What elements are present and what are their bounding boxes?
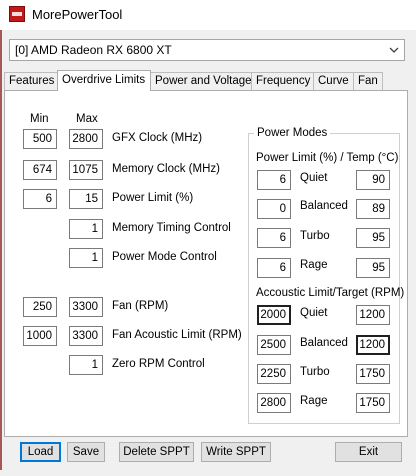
power-limit-label: Power Limit (%) <box>112 192 194 204</box>
turbo-acoustic-limit-input[interactable]: 2250 <box>257 364 291 384</box>
load-button[interactable]: Load <box>20 442 61 462</box>
balanced-power-input[interactable]: 0 <box>257 199 291 219</box>
tab-curve[interactable]: Curve <box>313 72 354 90</box>
fan-max-input[interactable]: 3300 <box>69 297 103 317</box>
min-column-header: Min <box>30 113 49 125</box>
exit-button[interactable]: Exit <box>335 442 402 462</box>
quiet-power-label: Quiet <box>300 172 328 184</box>
power-limit-min-input[interactable]: 6 <box>23 189 57 209</box>
rage-power-label: Rage <box>300 259 328 271</box>
power-modes-group-title: Power Modes <box>254 127 331 139</box>
turbo-acoustic-label: Turbo <box>300 366 330 378</box>
tab-fan[interactable]: Fan <box>353 72 383 90</box>
overdrive-limits-panel: Min Max 500 2800 GFX Clock (MHz) 674 107… <box>4 90 408 437</box>
memory-clock-max-input[interactable]: 1075 <box>69 160 103 180</box>
acoustic-header: Accoustic Limit/Target (RPM) <box>256 287 405 299</box>
title-bar: MorePowerTool <box>0 0 416 30</box>
balanced-acoustic-limit-input[interactable]: 2500 <box>257 335 291 355</box>
quiet-acoustic-target-input[interactable]: 1200 <box>356 305 390 325</box>
write-sppt-button[interactable]: Write SPPT <box>201 442 271 462</box>
window-edge <box>0 30 2 470</box>
quiet-acoustic-label: Quiet <box>300 307 328 319</box>
power-mode-control-input[interactable]: 1 <box>69 248 103 268</box>
turbo-temp-input[interactable]: 95 <box>356 228 390 248</box>
delete-sppt-button[interactable]: Delete SPPT <box>119 442 194 462</box>
turbo-acoustic-target-input[interactable]: 1750 <box>356 364 390 384</box>
gfx-clock-max-input[interactable]: 2800 <box>69 129 103 149</box>
quiet-power-input[interactable]: 6 <box>257 170 291 190</box>
fan-label: Fan (RPM) <box>112 300 169 312</box>
gpu-select-value: [0] AMD Radeon RX 6800 XT <box>15 43 172 57</box>
fan-acoustic-max-input[interactable]: 3300 <box>69 326 103 346</box>
rage-acoustic-limit-input[interactable]: 2800 <box>257 393 291 413</box>
fan-acoustic-min-input[interactable]: 1000 <box>23 326 57 346</box>
zero-rpm-control-input[interactable]: 1 <box>69 355 103 375</box>
fan-min-input[interactable]: 250 <box>23 297 57 317</box>
fan-acoustic-limit-label: Fan Acoustic Limit (RPM) <box>112 329 242 341</box>
power-limit-max-input[interactable]: 15 <box>69 189 103 209</box>
gfx-clock-min-input[interactable]: 500 <box>23 129 57 149</box>
rage-temp-input[interactable]: 95 <box>356 258 390 278</box>
balanced-power-label: Balanced <box>300 200 348 212</box>
save-button[interactable]: Save <box>67 442 105 462</box>
memory-clock-label: Memory Clock (MHz) <box>112 163 220 175</box>
turbo-power-label: Turbo <box>300 230 330 242</box>
max-column-header: Max <box>76 113 98 125</box>
tab-frequency[interactable]: Frequency <box>251 72 314 90</box>
balanced-acoustic-target-input[interactable]: 1200 <box>356 335 390 355</box>
quiet-temp-input[interactable]: 90 <box>356 170 390 190</box>
tab-features[interactable]: Features <box>4 72 58 90</box>
memory-timing-control-input[interactable]: 1 <box>69 219 103 239</box>
rage-acoustic-target-input[interactable]: 1750 <box>356 393 390 413</box>
power-temp-header: Power Limit (%) / Temp (°C) <box>256 152 399 164</box>
quiet-acoustic-limit-input[interactable]: 2000 <box>257 305 291 325</box>
tab-power-and-voltage[interactable]: Power and Voltage <box>150 72 252 90</box>
balanced-temp-input[interactable]: 89 <box>356 199 390 219</box>
rage-power-input[interactable]: 6 <box>257 258 291 278</box>
gfx-clock-label: GFX Clock (MHz) <box>112 132 203 144</box>
rage-acoustic-label: Rage <box>300 395 328 407</box>
tab-overdrive-limits[interactable]: Overdrive Limits <box>57 70 151 91</box>
memory-timing-control-label: Memory Timing Control <box>112 222 231 234</box>
turbo-power-input[interactable]: 6 <box>257 228 291 248</box>
gpu-select[interactable]: [0] AMD Radeon RX 6800 XT <box>9 39 405 61</box>
power-mode-control-label: Power Mode Control <box>112 251 217 263</box>
app-icon <box>9 6 25 22</box>
balanced-acoustic-label: Balanced <box>300 337 348 349</box>
main-window: [0] AMD Radeon RX 6800 XT Features Overd… <box>0 30 416 476</box>
chevron-down-icon <box>389 47 399 53</box>
window-title: MorePowerTool <box>32 7 123 22</box>
memory-clock-min-input[interactable]: 674 <box>23 160 57 180</box>
zero-rpm-control-label: Zero RPM Control <box>112 358 205 370</box>
